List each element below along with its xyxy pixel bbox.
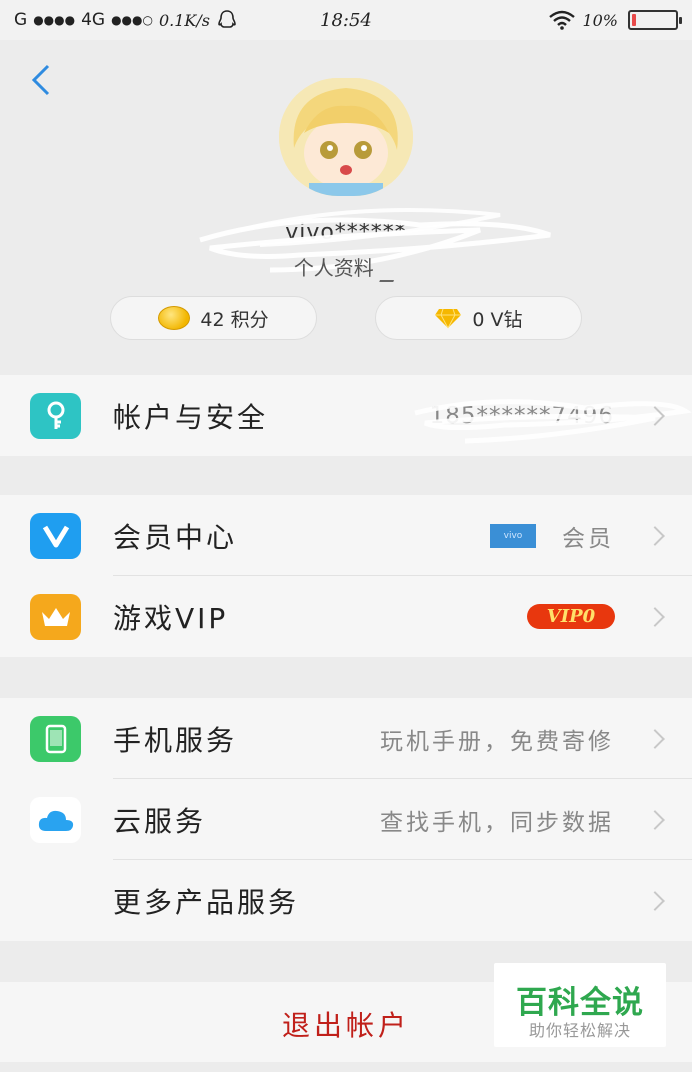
status-left: G ●●●● 4G ●●●○ 0.1K/s	[14, 9, 238, 31]
status-bar: G ●●●● 4G ●●●○ 0.1K/s 18:54 10%	[0, 0, 692, 40]
member-center-label: 会员中心	[113, 520, 238, 554]
vivo-card-badge: vivo	[490, 524, 536, 548]
account-group: 帐户与安全 185******7496	[0, 375, 692, 456]
chevron-right-icon	[645, 728, 665, 749]
avatar[interactable]	[279, 78, 413, 196]
edit-profile-link[interactable]: 个人资料	[0, 252, 692, 282]
carrier-label: G	[14, 10, 28, 30]
account-security-row[interactable]: 帐户与安全 185******7496	[0, 375, 692, 456]
diamond-icon	[435, 308, 462, 329]
cloud-service-row[interactable]: 云服务 查找手机，同步数据	[0, 779, 692, 860]
pencil-icon	[379, 256, 403, 282]
clock: 18:54	[320, 9, 372, 31]
key-icon	[30, 393, 81, 439]
signal-strength-icon-2: ●●●○	[111, 13, 153, 27]
phone-icon	[30, 716, 81, 762]
services-group: 手机服务 玩机手册，免费寄修 云服务 查找手机，同步数据 更多产品服务	[0, 698, 692, 941]
points-label: 42 积分	[200, 308, 269, 331]
battery-percent: 10%	[582, 10, 618, 30]
watermark-subtitle: 助你轻松解决	[528, 1021, 631, 1040]
status-right: 10%	[548, 10, 682, 30]
edit-profile-label: 个人资料	[293, 256, 374, 280]
vip-level-badge: VIP0	[527, 604, 615, 629]
chevron-left-icon	[31, 64, 50, 96]
more-services-label: 更多产品服务	[113, 885, 300, 919]
chevron-right-icon	[645, 525, 665, 546]
battery-level	[632, 14, 636, 26]
points-pill[interactable]: 42 积分	[110, 296, 317, 340]
game-vip-row[interactable]: 游戏VIP VIP0	[0, 576, 692, 657]
coin-icon	[158, 306, 191, 330]
back-button[interactable]	[28, 60, 62, 100]
member-status-value: 会员	[562, 525, 614, 552]
qq-icon	[218, 10, 236, 28]
network-speed: 0.1K/s	[158, 10, 210, 30]
game-vip-label: 游戏VIP	[113, 601, 229, 635]
network-type: 4G	[81, 10, 106, 30]
profile-header: vivo****** 个人资料 42 积分 0 V钻	[0, 40, 692, 375]
crown-icon	[30, 594, 81, 640]
signal-strength-icon: ●●●●	[33, 13, 76, 27]
chevron-right-icon	[645, 890, 665, 911]
member-center-row[interactable]: 会员中心 vivo 会员	[0, 495, 692, 576]
vip-group: 会员中心 vivo 会员 游戏VIP VIP0	[0, 495, 692, 657]
vdiamond-pill[interactable]: 0 V钻	[375, 296, 582, 340]
watermark-logo: 百科全说 助你轻松解决	[494, 963, 666, 1047]
vivo-v-icon	[30, 513, 81, 559]
phone-service-desc: 玩机手册，免费寄修	[380, 728, 614, 755]
vdiamond-label: 0 V钻	[472, 308, 523, 331]
account-security-label: 帐户与安全	[113, 400, 269, 434]
cloud-service-label: 云服务	[113, 804, 207, 838]
watermark-title: 百科全说	[516, 985, 644, 1021]
cloud-service-desc: 查找手机，同步数据	[380, 809, 614, 836]
wifi-icon	[549, 10, 576, 30]
phone-service-row[interactable]: 手机服务 玩机手册，免费寄修	[0, 698, 692, 779]
phone-service-label: 手机服务	[113, 723, 238, 757]
battery-icon	[628, 10, 682, 30]
chevron-right-icon	[645, 809, 665, 830]
cloud-icon	[30, 797, 81, 843]
avatar-image	[279, 78, 413, 196]
more-services-row[interactable]: 更多产品服务	[0, 860, 692, 941]
chevron-right-icon	[645, 606, 665, 627]
